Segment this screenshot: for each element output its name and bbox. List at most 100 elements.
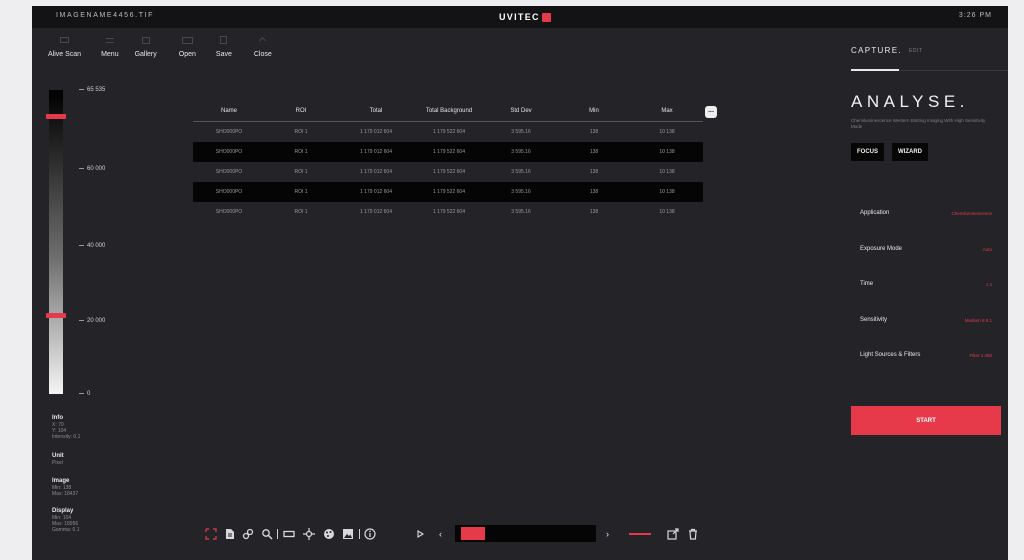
save-button[interactable]: Save	[208, 34, 240, 68]
cell-std-dev: 3 595.16	[511, 209, 531, 215]
cell-total: 1 179 012 604	[360, 169, 392, 175]
cell-std-dev: 3 595.16	[511, 149, 531, 155]
previous-frame-button[interactable]: ‹	[439, 528, 442, 540]
clock: 3:26 PM	[958, 12, 992, 19]
upper-level-handle[interactable]	[46, 113, 66, 119]
cell-roi: ROI 1	[294, 189, 308, 195]
menu-button[interactable]: Menu	[93, 34, 127, 68]
palette-icon[interactable]	[323, 528, 335, 540]
table-row[interactable]: SHO000PO ROI 1 1 179 012 604 1 179 522 604 3…	[193, 122, 703, 142]
export-icon[interactable]	[667, 528, 679, 540]
cell-roi: ROI 1	[294, 129, 308, 135]
info-title: Info	[52, 415, 63, 421]
setting-time-value[interactable]: 1 s	[986, 282, 992, 287]
table-row[interactable]: SHO000PO ROI 1 1 179 012 604 1 179 522 604 3…	[193, 142, 703, 162]
scan-icon	[58, 34, 72, 46]
cell-total-background: 1 179 522 604	[433, 189, 465, 195]
setting-exposure-value[interactable]: Auto	[983, 247, 992, 252]
app-window: IMAGENAME4456.TIF UVITEC 3:26 PM Alive S…	[32, 6, 1008, 560]
cell-total: 1 179 012 604	[360, 189, 392, 195]
cell-std-dev: 3 595.16	[511, 189, 531, 195]
cell-total-background: 1 179 522 604	[433, 209, 465, 215]
rectangle-icon[interactable]	[283, 528, 295, 540]
crop-icon[interactable]	[205, 528, 217, 540]
image-max: Max: 18437	[52, 491, 79, 497]
col-roi[interactable]: ROI	[296, 108, 307, 114]
range-indicator[interactable]	[629, 533, 651, 535]
cell-std-dev: 3 595.16	[511, 129, 531, 135]
tab-edit[interactable]: EDIT	[909, 48, 923, 54]
close-label: Close	[253, 51, 272, 58]
scale-label-40000: 40 000	[79, 243, 105, 249]
cell-roi: ROI 1	[294, 169, 308, 175]
cell-roi: ROI 1	[294, 149, 308, 155]
setting-sensitivity-value[interactable]: Medium 8 8 1	[965, 318, 992, 323]
setting-application-value[interactable]: Chemiluminescence	[951, 211, 992, 216]
more-icon: ...	[708, 107, 714, 114]
cell-max: 10 138	[659, 189, 675, 195]
timeline-track[interactable]	[455, 525, 596, 542]
focus-button[interactable]: FOCUS	[851, 143, 884, 161]
trash-icon[interactable]	[687, 528, 699, 540]
cell-total-background: 1 179 522 604	[433, 149, 465, 155]
cell-max: 10 138	[659, 149, 675, 155]
menu-icon	[103, 34, 117, 46]
title-bar: IMAGENAME4456.TIF UVITEC 3:26 PM	[32, 6, 1008, 28]
alive-scan-label: Alive Scan	[48, 51, 82, 58]
info-icon[interactable]	[364, 528, 376, 540]
info-group-display: Display Min: 104 Max: 18956 Gamma: 0.1	[52, 508, 80, 533]
cell-name: SHO000PO	[215, 129, 243, 135]
document-icon[interactable]	[224, 528, 236, 540]
col-total[interactable]: Total	[370, 108, 383, 114]
wizard-button[interactable]: WIZARD	[892, 143, 928, 161]
cell-total-background: 1 179 522 604	[433, 129, 465, 135]
lower-level-handle[interactable]	[46, 313, 66, 319]
scale-label-20000: 20 000	[79, 318, 105, 324]
setting-sensitivity-label: Sensitivity	[860, 317, 888, 323]
display-title: Display	[52, 508, 74, 514]
setting-light-sources-value[interactable]: Filter 1 350	[969, 353, 992, 358]
zoom-icon[interactable]	[261, 528, 273, 540]
close-button[interactable]: Close	[246, 34, 280, 68]
gallery-label: Gallery	[134, 51, 157, 58]
unit-title: Unit	[52, 453, 64, 459]
col-max[interactable]: Max	[661, 108, 672, 114]
image-icon[interactable]	[342, 528, 354, 540]
tab-capture[interactable]: CAPTURE.	[851, 46, 902, 55]
crosshair-icon[interactable]	[303, 528, 315, 540]
cell-total-background: 1 179 522 604	[433, 169, 465, 175]
save-label: Save	[215, 51, 232, 58]
play-icon[interactable]	[414, 528, 426, 540]
cell-min: 138	[589, 129, 599, 135]
scale-label-zero: 0	[79, 391, 90, 397]
table-row[interactable]: SHO000PO ROI 1 1 179 012 604 1 179 522 604 3…	[193, 162, 703, 182]
timeline-handle[interactable]	[460, 527, 485, 540]
alive-scan-button[interactable]: Alive Scan	[40, 34, 89, 68]
cell-max: 10 138	[659, 209, 675, 215]
col-min[interactable]: Min	[589, 108, 599, 114]
col-name[interactable]: Name	[221, 108, 237, 114]
cell-min: 138	[589, 149, 599, 155]
more-options-button[interactable]: ...	[705, 106, 717, 118]
table-header: Name ROI Total Total Background Std Dev …	[193, 104, 717, 122]
next-frame-button[interactable]: ›	[606, 528, 609, 540]
image-title: Image	[52, 478, 70, 484]
cell-std-dev: 3 595.16	[511, 169, 531, 175]
col-std-dev[interactable]: Std Dev	[510, 108, 531, 114]
info-group-info: Info X: 70 Y: 104 Intensity: 0.1	[52, 415, 80, 440]
link-icon[interactable]	[242, 528, 254, 540]
cell-name: SHO000PO	[215, 189, 243, 195]
cell-total: 1 179 012 604	[360, 129, 392, 135]
table-row[interactable]: SHO000PO ROI 1 1 179 012 604 1 179 522 604 3…	[193, 202, 703, 222]
open-button[interactable]: Open	[171, 34, 204, 68]
gallery-icon	[139, 34, 153, 46]
save-icon	[217, 34, 231, 46]
intensity-scale: 65 535 60 000 40 000 20 000 0	[46, 87, 105, 397]
setting-exposure-label: Exposure Mode	[860, 246, 903, 252]
start-button[interactable]: START	[851, 406, 1001, 435]
folder-icon	[180, 34, 194, 46]
gallery-button[interactable]: Gallery	[127, 34, 165, 68]
col-total-background[interactable]: Total Background	[426, 108, 472, 114]
table-row[interactable]: SHO000PO ROI 1 1 179 012 604 1 179 522 604 3…	[193, 182, 703, 202]
cell-total: 1 179 012 604	[360, 209, 392, 215]
